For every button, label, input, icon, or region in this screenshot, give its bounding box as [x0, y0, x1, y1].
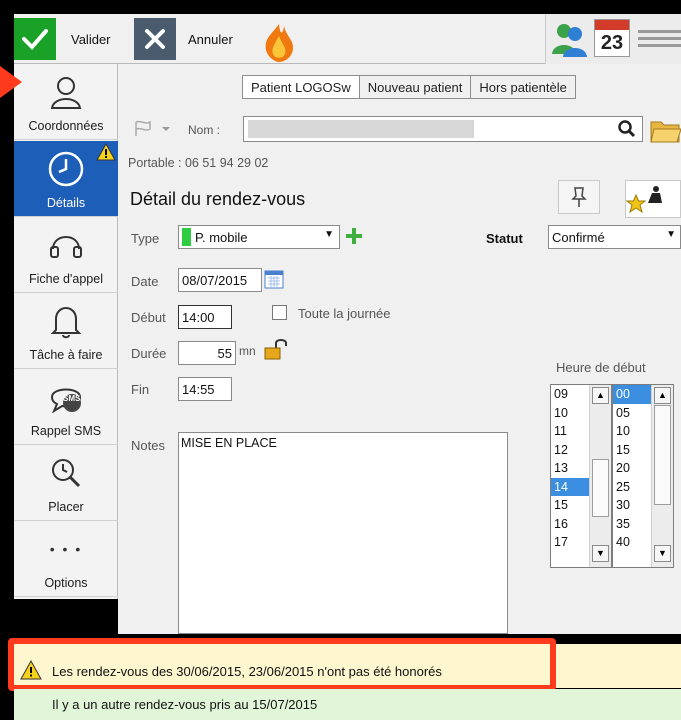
validate-label: Valider [71, 31, 111, 47]
pin-button[interactable] [558, 180, 600, 214]
users-icon[interactable] [550, 20, 588, 58]
fin-label: Fin [131, 382, 150, 397]
heure-debut-label: Heure de début [556, 360, 646, 375]
calendar-icon[interactable]: 23 [594, 19, 630, 57]
sidebar-item-coordonnees[interactable]: Coordonnées [14, 64, 118, 140]
add-type-button[interactable] [344, 226, 364, 246]
headset-icon [43, 222, 89, 268]
sidebar-item-label: Fiche d'appel [29, 272, 103, 286]
section-title: Détail du rendez-vous [130, 189, 306, 209]
patient-name-redacted [248, 120, 474, 138]
fin-input[interactable]: 14:55 [178, 377, 232, 401]
sidebar-item-rappel-sms[interactable]: SMS Rappel SMS [14, 369, 118, 445]
hours-scrollbar[interactable]: ▲ ▼ [589, 385, 611, 567]
scroll-down-icon[interactable]: ▼ [592, 545, 609, 562]
highlight-box [8, 638, 556, 691]
statut-value: Confirmé [552, 229, 605, 245]
chevron-down-icon: ▼ [324, 229, 334, 240]
patient-search-row: Nom : [118, 116, 681, 144]
duree-input[interactable]: 55 [178, 341, 236, 365]
tab-patient-logosw[interactable]: Patient LOGOSw [242, 75, 360, 99]
all-day-checkbox[interactable] [272, 305, 287, 320]
nom-label: Nom : [188, 123, 221, 137]
notes-textarea[interactable]: MISE EN PLACE [178, 432, 508, 634]
annotation-arrow [0, 66, 22, 98]
sidebar-item-label: Rappel SMS [30, 424, 102, 438]
plus-icon [346, 228, 362, 244]
sidebar: Coordonnées Détails Fiche d'appel Tâche … [14, 64, 118, 599]
search-icon[interactable] [618, 120, 636, 141]
clock-icon [43, 146, 89, 192]
scroll-down-icon[interactable]: ▼ [654, 545, 671, 562]
type-select[interactable]: P. mobile ▼ [178, 225, 340, 249]
calendar-picker-icon[interactable] [264, 269, 284, 289]
app-window: { "toolbar": { "validate_label": "Valide… [0, 0, 681, 720]
type-label: Type [131, 231, 160, 246]
sidebar-item-options[interactable]: • • • Options [14, 521, 118, 597]
type-value: P. mobile [195, 229, 248, 245]
cancel-label: Annuler [188, 31, 233, 47]
statut-label: Statut [486, 231, 523, 246]
all-day-label: Toute la journée [298, 306, 391, 321]
chevron-down-icon: ▼ [666, 229, 676, 240]
padlock-icon[interactable] [262, 338, 290, 360]
sidebar-item-details[interactable]: Détails [14, 141, 118, 217]
sidebar-item-label: Placer [48, 500, 84, 514]
duree-unit: mn [239, 344, 256, 358]
folder-icon[interactable] [650, 114, 681, 144]
sidebar-item-tache[interactable]: Tâche à faire [14, 293, 118, 369]
person-icon [43, 69, 89, 115]
sidebar-item-label: Détails [46, 196, 86, 210]
tab-nouveau-patient[interactable]: Nouveau patient [358, 75, 472, 99]
favorite-patient-button[interactable] [625, 180, 681, 218]
close-icon [134, 18, 176, 60]
patient-tabs: Patient LOGOSw Nouveau patient Hors pati… [242, 75, 576, 99]
fire-icon[interactable] [258, 22, 300, 62]
bell-icon [43, 298, 89, 344]
minutes-listbox[interactable]: 00 05 10 15 20 25 30 35 40 ▲ ▼ [612, 384, 674, 568]
duree-label: Durée [131, 346, 167, 361]
sidebar-item-label: Options [44, 576, 88, 590]
debut-input[interactable]: 14:00 [178, 305, 232, 329]
menu-icon[interactable] [638, 30, 681, 48]
date-input[interactable]: 08/07/2015 [178, 268, 262, 292]
sidebar-item-placer[interactable]: Placer [14, 445, 118, 521]
info-text: Il y a un autre rendez-vous pris au 15/0… [52, 697, 318, 712]
magnifier-icon [43, 450, 89, 496]
toolbar: Valider Annuler 23 [14, 14, 681, 64]
more-icon: • • • [49, 541, 83, 557]
portable-text: Portable : 06 51 94 29 02 [128, 156, 269, 170]
flag-dropdown[interactable] [132, 118, 178, 140]
calendar-day: 23 [600, 32, 624, 54]
statut-select[interactable]: Confirmé ▼ [548, 225, 681, 249]
star-icon [625, 186, 662, 214]
scroll-up-icon[interactable]: ▲ [592, 387, 609, 404]
toolbar-right-area: 23 [545, 14, 681, 64]
warning-icon [96, 142, 116, 164]
sms-badge: SMS [63, 394, 81, 403]
sidebar-item-label: Tâche à faire [29, 348, 103, 362]
sidebar-item-fiche-appel[interactable]: Fiche d'appel [14, 217, 118, 293]
checkmark-icon [14, 18, 56, 60]
debut-label: Début [131, 310, 166, 325]
scroll-up-icon[interactable]: ▲ [654, 387, 671, 404]
main-panel: Patient LOGOSw Nouveau patient Hors pati… [118, 64, 681, 634]
nom-input[interactable] [243, 116, 643, 142]
validate-button[interactable]: Valider [14, 14, 111, 64]
scroll-thumb[interactable] [592, 459, 609, 517]
pin-icon [571, 187, 587, 207]
cancel-button[interactable]: Annuler [134, 14, 233, 64]
minutes-scrollbar[interactable]: ▲ ▼ [651, 385, 673, 567]
sms-icon: SMS [43, 374, 89, 420]
type-color-swatch [182, 228, 191, 246]
scroll-thumb[interactable] [654, 405, 671, 505]
date-label: Date [131, 274, 159, 289]
sidebar-item-label: Coordonnées [28, 119, 104, 133]
hours-listbox[interactable]: 09 10 11 12 13 14 15 16 17 ▲ ▼ [550, 384, 612, 568]
tab-hors-patientele[interactable]: Hors patientèle [470, 75, 576, 99]
notes-label: Notes [131, 438, 165, 453]
